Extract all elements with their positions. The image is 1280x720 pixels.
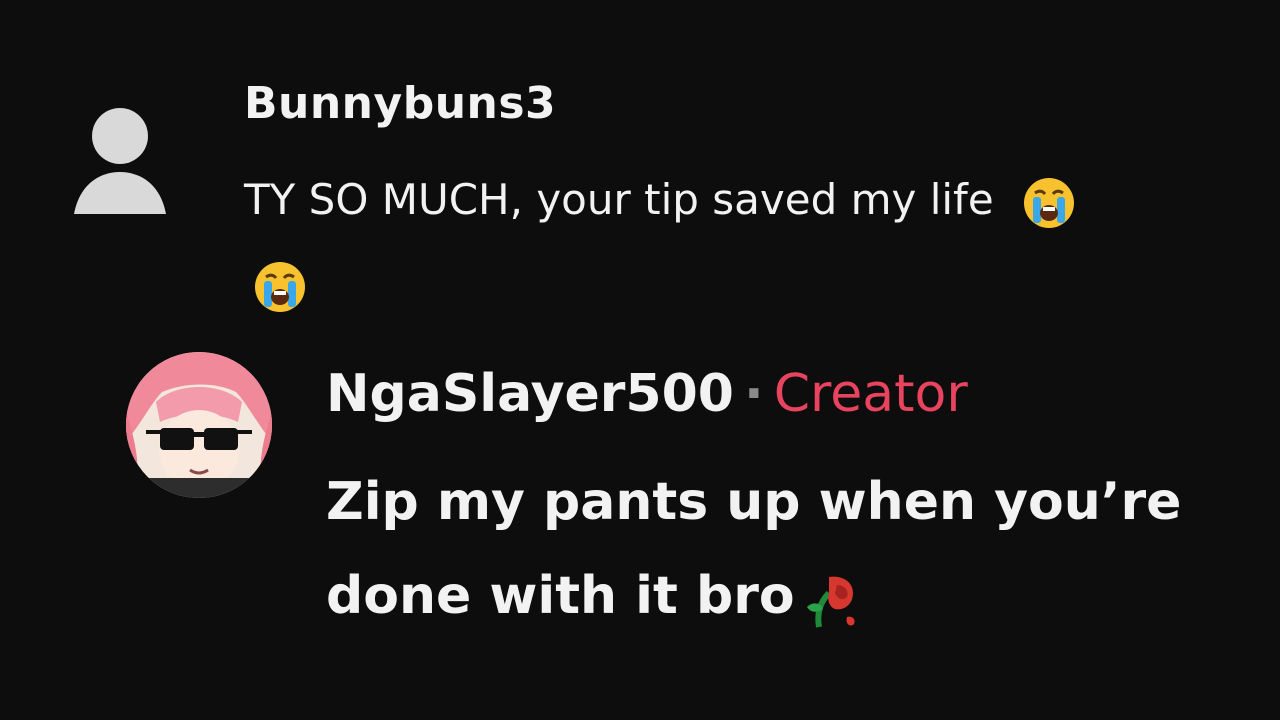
comment-text-line1: Zip my pants up when you’re: [326, 472, 1182, 532]
user-avatar-icon[interactable]: [72, 104, 168, 220]
loudly-crying-face-icon: [252, 259, 308, 315]
wilted-rose-icon: [799, 567, 863, 631]
comment-text-block: TY SO MUCH, your tip saved my life: [244, 158, 1234, 326]
comment-username[interactable]: NgaSlayer500: [326, 364, 734, 424]
comment-text-line2: done with it bro: [326, 566, 795, 626]
comment-username[interactable]: Bunnybuns3: [244, 78, 556, 129]
loudly-crying-face-icon: [1021, 175, 1077, 231]
comment-header: NgaSlayer500 · Creator: [326, 364, 968, 424]
comment-text: TY SO MUCH, your tip saved my life: [244, 175, 994, 224]
comment-text-block: Zip my pants up when you’re done with it…: [326, 455, 1226, 643]
separator-dot: ·: [743, 364, 764, 424]
creator-badge: Creator: [773, 364, 968, 424]
creator-avatar-icon[interactable]: [126, 352, 272, 498]
